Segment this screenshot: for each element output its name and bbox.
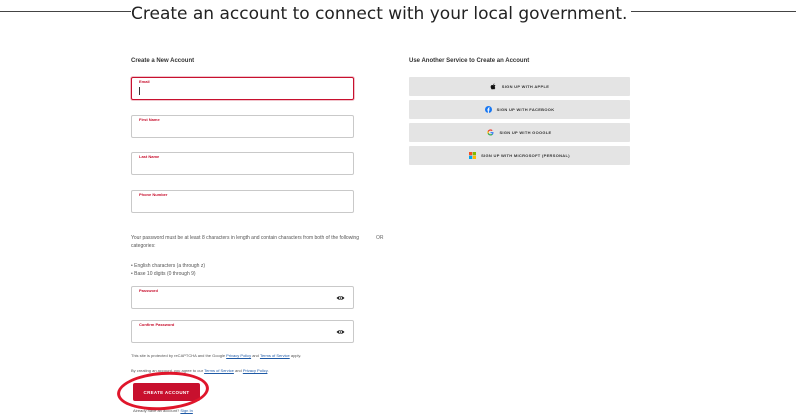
services-title: Use Another Service to Create an Account bbox=[409, 58, 530, 64]
sign-in-link[interactable]: Sign In bbox=[180, 408, 192, 413]
last-name-input[interactable] bbox=[138, 160, 331, 172]
agreement-notice: By creating an account, you agree to our… bbox=[131, 368, 269, 373]
confirm-password-field[interactable]: Confirm Password bbox=[131, 320, 354, 343]
recaptcha-suffix: apply. bbox=[290, 353, 302, 358]
google-icon bbox=[487, 129, 494, 136]
agreement-and: and bbox=[235, 368, 242, 373]
sign-up-facebook-button[interactable]: SIGN UP WITH FACEBOOK bbox=[409, 100, 630, 119]
email-label: Email bbox=[139, 79, 150, 84]
terms-of-service-link[interactable]: Terms of Service bbox=[204, 368, 234, 373]
confirm-password-label: Confirm Password bbox=[139, 322, 175, 327]
email-field[interactable]: Email bbox=[131, 77, 354, 100]
first-name-input[interactable] bbox=[138, 123, 331, 135]
eye-icon[interactable] bbox=[336, 295, 345, 301]
agreement-text: By creating an account, you agree to our bbox=[131, 368, 204, 373]
list-item: English characters (a through z) bbox=[131, 262, 205, 270]
list-item: Base 10 digits (0 through 9) bbox=[131, 270, 205, 278]
recaptcha-text: This site is protected by reCAPTCHA and … bbox=[131, 353, 226, 358]
sign-up-apple-label: SIGN UP WITH APPLE bbox=[501, 84, 550, 89]
agreement-suffix: . bbox=[267, 368, 269, 373]
signin-prompt: Already have an account? Sign In bbox=[133, 408, 193, 413]
eye-icon[interactable] bbox=[336, 329, 345, 335]
signin-text: Already have an account? bbox=[133, 408, 180, 413]
confirm-password-input[interactable] bbox=[138, 328, 331, 340]
create-account-title: Create a New Account bbox=[131, 58, 195, 64]
privacy-policy-link[interactable]: Privacy Policy bbox=[226, 353, 251, 358]
sign-up-google-label: SIGN UP WITH GOOGLE bbox=[499, 130, 552, 135]
sign-up-google-button[interactable]: SIGN UP WITH GOOGLE bbox=[409, 123, 630, 142]
facebook-icon bbox=[484, 106, 492, 113]
password-requirements-text: Your password must be at least 8 charact… bbox=[131, 235, 359, 249]
phone-field[interactable]: Phone Number bbox=[131, 190, 354, 213]
phone-label: Phone Number bbox=[139, 192, 168, 197]
or-divider: OR bbox=[376, 235, 384, 241]
apple-icon bbox=[490, 83, 496, 90]
first-name-field[interactable]: First Name bbox=[131, 115, 354, 138]
sign-up-apple-button[interactable]: SIGN UP WITH APPLE bbox=[409, 77, 630, 96]
microsoft-icon bbox=[469, 152, 477, 159]
sign-up-microsoft-label: SIGN UP WITH MICROSOFT (PERSONAL) bbox=[481, 153, 570, 158]
phone-input[interactable] bbox=[138, 198, 331, 210]
sign-up-microsoft-button[interactable]: SIGN UP WITH MICROSOFT (PERSONAL) bbox=[409, 146, 630, 165]
password-label: Password bbox=[139, 288, 158, 293]
email-input[interactable] bbox=[138, 85, 331, 97]
last-name-field[interactable]: Last Name bbox=[131, 152, 354, 175]
last-name-label: Last Name bbox=[139, 154, 160, 159]
password-field[interactable]: Password bbox=[131, 286, 354, 309]
terms-of-service-link[interactable]: Terms of Service bbox=[260, 353, 290, 358]
create-account-button[interactable]: CREATE ACCOUNT bbox=[133, 383, 200, 401]
recaptcha-and: and bbox=[252, 353, 259, 358]
password-input[interactable] bbox=[138, 294, 331, 306]
password-requirements-list: English characters (a through z) Base 10… bbox=[131, 262, 205, 278]
page-title: Create an account to connect with your l… bbox=[131, 4, 632, 24]
sign-up-facebook-label: SIGN UP WITH FACEBOOK bbox=[496, 107, 555, 112]
recaptcha-notice: This site is protected by reCAPTCHA and … bbox=[131, 353, 301, 358]
privacy-policy-link[interactable]: Privacy Policy bbox=[243, 368, 268, 373]
first-name-label: First Name bbox=[139, 117, 160, 122]
